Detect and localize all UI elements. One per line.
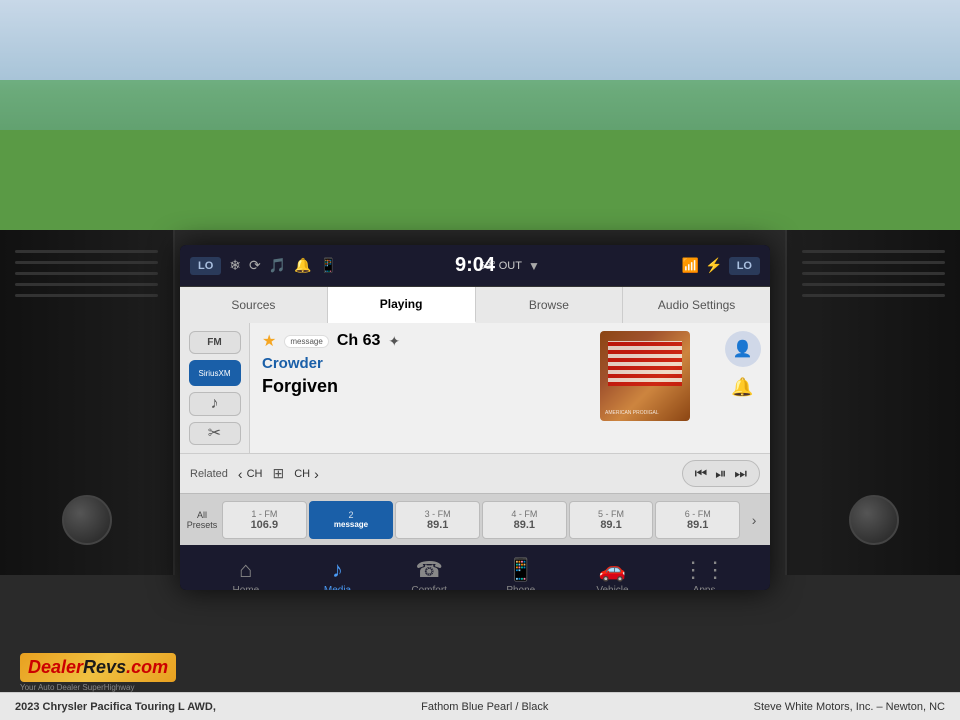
tab-browse[interactable]: Browse [476, 287, 624, 323]
bluetooth-icon: ⚡ [705, 257, 722, 274]
channel-number: Ch 63 [337, 332, 381, 350]
left-vent-panel [0, 230, 175, 575]
nav-vehicle-label: Vehicle [596, 585, 628, 591]
ac-icon: ❄ [229, 257, 241, 274]
tab-playing[interactable]: Playing [328, 287, 476, 323]
dealer-info: Steve White Motors, Inc. – Newton, NC [754, 701, 945, 713]
related-label: Related [190, 468, 228, 480]
playback-controls[interactable]: ⏮ ⏯ ⏭ [682, 460, 760, 487]
phone-topbar-icon: 📱 [320, 257, 337, 274]
nav-phone-label: Phone [506, 585, 535, 591]
home-icon: ⌂ [239, 557, 252, 583]
music-nav-icon: ♪ [332, 557, 343, 583]
nav-comfort-label: Comfort [411, 585, 447, 591]
comfort-icon: ☎ [415, 557, 442, 583]
right-vent-panel [785, 230, 960, 575]
more-button[interactable]: ✂ [189, 422, 241, 445]
preset-2[interactable]: 2 message [309, 501, 394, 539]
background-photo [0, 0, 960, 230]
tab-audio-settings[interactable]: Audio Settings [623, 287, 770, 323]
all-presets-label[interactable]: AllPresets [184, 508, 220, 532]
chevron-down-icon: ▼ [528, 259, 540, 273]
message-badge: message [284, 335, 328, 348]
vehicle-icon: 🚗 [599, 557, 626, 583]
nav-media[interactable]: ♪ Media [302, 557, 372, 591]
lo-badge-left: LO [190, 257, 221, 275]
play-pause-icon[interactable]: ⏯ [715, 465, 726, 482]
next-icon[interactable]: ⏭ [734, 465, 747, 482]
tab-sources[interactable]: Sources [180, 287, 328, 323]
ch-next-control[interactable]: CH › [294, 466, 319, 482]
bottom-nav: ⌂ Home ♪ Media ☎ Comfort 📱 Phone 🚗 Vehic… [180, 545, 770, 590]
album-art: AMERICAN PRODIGAL [600, 331, 690, 421]
right-knob[interactable] [849, 495, 899, 545]
time-display: 9:04 [455, 254, 495, 276]
lo-badge-right: LO [729, 257, 760, 275]
nav-tabs: Sources Playing Browse Audio Settings [180, 287, 770, 323]
screen-content: FM SiriusXM ♪ ✂ ★ message Ch 63 ✦ Crowde… [180, 323, 770, 453]
infotainment-screen: LO ❄ ⟳ 🎵 🔔 📱 63° OUT ▼ 9:04 📶 ⚡ LO Sourc… [180, 245, 770, 590]
fan-icon: ⟳ [249, 257, 261, 274]
screen-topbar: LO ❄ ⟳ 🎵 🔔 📱 63° OUT ▼ 9:04 📶 ⚡ LO [180, 245, 770, 287]
preset-3[interactable]: 3 - FM 89.1 [395, 501, 480, 539]
phone-icon: 📱 [507, 557, 534, 583]
watermark-logo: DealerRevs.com [20, 653, 176, 682]
nav-vehicle[interactable]: 🚗 Vehicle [577, 557, 647, 591]
color1: Fathom Blue Pearl [421, 701, 512, 713]
preset-6[interactable]: 6 - FM 89.1 [655, 501, 740, 539]
fm-button[interactable]: FM [189, 331, 241, 354]
notification-icon[interactable]: 🔔 [731, 377, 753, 398]
topbar-left: LO ❄ ⟳ 🎵 🔔 📱 [190, 257, 337, 275]
topbar-right: 📶 ⚡ LO [682, 257, 760, 275]
prev-icon[interactable]: ⏮ [695, 465, 708, 482]
music-button[interactable]: ♪ [189, 392, 241, 415]
bell-topbar-icon: 🔔 [294, 257, 311, 274]
car-colors: Fathom Blue Pearl / Black [421, 701, 548, 713]
nav-apps-label: Apps [693, 585, 716, 591]
nav-media-label: Media [324, 585, 351, 591]
car-title: 2023 Chrysler Pacifica Touring L AWD, [15, 701, 216, 713]
ch-prev-control[interactable]: ‹ CH [238, 466, 263, 482]
apps-icon: ⋮⋮ [682, 557, 726, 583]
signal-icon: ✦ [388, 333, 400, 350]
color2: Black [521, 701, 548, 713]
nav-apps[interactable]: ⋮⋮ Apps [669, 557, 739, 591]
user-icon[interactable]: 👤 [725, 331, 761, 367]
preset-5[interactable]: 5 - FM 89.1 [569, 501, 654, 539]
controls-bar: Related ‹ CH ⊞ CH › ⏮ ⏯ ⏭ [180, 453, 770, 493]
preset-4[interactable]: 4 - FM 89.1 [482, 501, 567, 539]
watermark-tagline: Your Auto Dealer SuperHighway [20, 683, 134, 692]
bottom-info-bar: 2023 Chrysler Pacifica Touring L AWD, Fa… [0, 692, 960, 720]
watermark: DealerRevs.com Your Auto Dealer SuperHig… [20, 653, 176, 692]
grid-icon[interactable]: ⊞ [272, 465, 284, 482]
favorite-star-icon[interactable]: ★ [262, 331, 276, 351]
nav-home-label: Home [232, 585, 259, 591]
preset-next-arrow[interactable]: › [742, 512, 766, 528]
siriusxm-button[interactable]: SiriusXM [189, 360, 241, 386]
presets-bar: AllPresets 1 - FM 106.9 2 message 3 - FM… [180, 493, 770, 545]
nav-comfort[interactable]: ☎ Comfort [394, 557, 464, 591]
right-action-icons: 👤 🔔 [715, 323, 770, 453]
nav-phone[interactable]: 📱 Phone [486, 557, 556, 591]
preset-1[interactable]: 1 - FM 106.9 [222, 501, 307, 539]
nav-home[interactable]: ⌂ Home [211, 557, 281, 591]
seat-icon: 🎵 [269, 257, 286, 274]
left-knob[interactable] [62, 495, 112, 545]
source-icons: FM SiriusXM ♪ ✂ [180, 323, 250, 453]
wifi-icon: 📶 [682, 257, 699, 274]
